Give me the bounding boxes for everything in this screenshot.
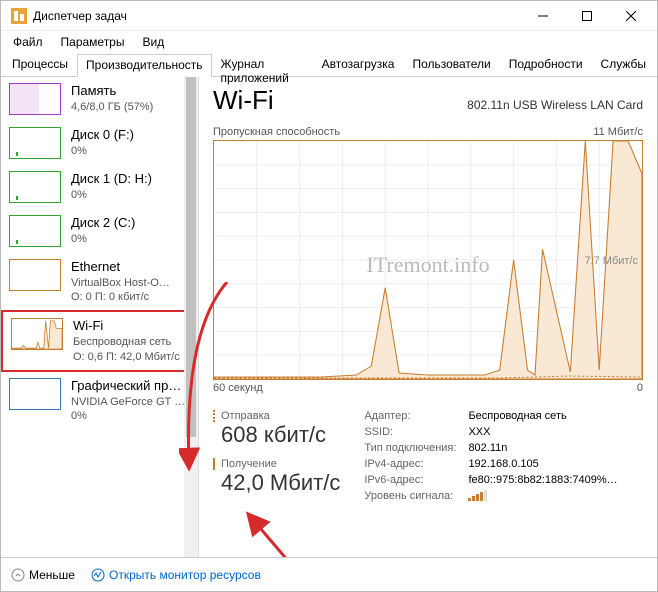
- signal-bars-icon: [468, 490, 617, 504]
- sidebar-item-gpu[interactable]: Графический пр… NVIDIA GeForce GT 4… 0%: [1, 372, 198, 429]
- sidebar-sub: 0%: [71, 188, 152, 202]
- prop-value: fe80::975:8b82:1883:7409%…: [468, 474, 617, 486]
- adapter-name: 802.11n USB Wireless LAN Card: [467, 98, 643, 112]
- chart-max: 11 Мбит/с: [593, 126, 643, 138]
- sidebar-label: Графический пр…: [71, 378, 190, 395]
- menu-view[interactable]: Вид: [134, 33, 172, 51]
- chart-label: Пропускная способность: [213, 126, 340, 138]
- chart-xmin: 60 секунд: [213, 382, 263, 394]
- chart-xmax: 0: [637, 382, 643, 394]
- tab-users[interactable]: Пользователи: [403, 53, 499, 76]
- bottombar: Меньше Открыть монитор ресурсов: [1, 557, 657, 591]
- tab-app-history[interactable]: Журнал приложений: [212, 53, 313, 76]
- sidebar-sub: Беспроводная сеть: [73, 335, 180, 349]
- prop-label: SSID:: [364, 426, 456, 438]
- window-title: Диспетчер задач: [33, 9, 521, 23]
- sidebar-sub: 4,6/8,0 ГБ (57%): [71, 100, 153, 114]
- sidebar-item-memory[interactable]: Память 4,6/8,0 ГБ (57%): [1, 77, 198, 121]
- close-button[interactable]: [609, 2, 653, 30]
- prop-label: IPv6-адрес:: [364, 474, 456, 486]
- arrow-icon: [239, 507, 299, 557]
- disk-thumb-icon: [9, 215, 61, 247]
- memory-thumb-icon: [9, 83, 61, 115]
- open-resource-monitor-link[interactable]: Открыть монитор ресурсов: [91, 568, 261, 582]
- sidebar: Память 4,6/8,0 ГБ (57%) Диск 0 (F:) 0% Д…: [1, 77, 199, 557]
- maximize-button[interactable]: [565, 2, 609, 30]
- tab-details[interactable]: Подробности: [500, 53, 592, 76]
- sidebar-sub: VirtualBox Host-O…: [71, 276, 170, 290]
- chart-midlabel: 7,7 Мбит/с: [584, 255, 638, 267]
- sidebar-sub: 0%: [71, 144, 134, 158]
- sidebar-label: Ethernet: [71, 259, 170, 276]
- sidebar-label: Диск 1 (D: H:): [71, 171, 152, 188]
- send-label: Отправка: [213, 410, 340, 422]
- sidebar-sub: 0%: [71, 232, 135, 246]
- ethernet-thumb-icon: [9, 259, 61, 291]
- sidebar-sub2: О: 0,6 П: 42,0 Мбит/с: [73, 350, 180, 364]
- wifi-thumb-icon: [11, 318, 63, 350]
- prop-value: Беспроводная сеть: [468, 410, 617, 422]
- menubar: Файл Параметры Вид: [1, 31, 657, 53]
- sidebar-item-wifi[interactable]: Wi-Fi Беспроводная сеть О: 0,6 П: 42,0 М…: [1, 310, 198, 371]
- fewer-label: Меньше: [29, 568, 75, 582]
- sidebar-sub2: 0%: [71, 409, 190, 423]
- titlebar: Диспетчер задач: [1, 1, 657, 31]
- disk-thumb-icon: [9, 171, 61, 203]
- main-panel: Wi-Fi 802.11n USB Wireless LAN Card Проп…: [199, 77, 657, 557]
- disk-thumb-icon: [9, 127, 61, 159]
- tabbar: Процессы Производительность Журнал прило…: [1, 53, 657, 77]
- recv-value: 42,0 Мбит/с: [213, 470, 340, 496]
- properties: Адаптер: Беспроводная сеть SSID: XXX Тип…: [364, 410, 617, 504]
- task-manager-window: Диспетчер задач Файл Параметры Вид Проце…: [0, 0, 658, 592]
- prop-label: Уровень сигнала:: [364, 490, 456, 504]
- metrics: Отправка 608 кбит/с Получение 42,0 Мбит/…: [213, 410, 340, 504]
- sidebar-label: Wi-Fi: [73, 318, 180, 335]
- sidebar-label: Диск 0 (F:): [71, 127, 134, 144]
- prop-label: Тип подключения:: [364, 442, 456, 454]
- sidebar-scrollbar[interactable]: [184, 77, 198, 557]
- sidebar-item-disk2[interactable]: Диск 2 (C:) 0%: [1, 209, 198, 253]
- sidebar-label: Память: [71, 83, 153, 100]
- menu-file[interactable]: Файл: [5, 33, 51, 51]
- recv-label: Получение: [213, 458, 340, 470]
- content: Память 4,6/8,0 ГБ (57%) Диск 0 (F:) 0% Д…: [1, 77, 657, 557]
- tab-services[interactable]: Службы: [592, 53, 655, 76]
- sidebar-sub: NVIDIA GeForce GT 4…: [71, 395, 190, 409]
- tab-performance[interactable]: Производительность: [77, 54, 211, 77]
- throughput-chart[interactable]: ITremont.info 7,7 Мбит/с: [213, 140, 643, 380]
- fewer-details-button[interactable]: Меньше: [11, 568, 75, 582]
- page-title: Wi-Fi: [213, 85, 274, 116]
- monitor-label: Открыть монитор ресурсов: [109, 568, 261, 582]
- sidebar-label: Диск 2 (C:): [71, 215, 135, 232]
- prop-value: 802.11n: [468, 442, 617, 454]
- minimize-button[interactable]: [521, 2, 565, 30]
- send-value: 608 кбит/с: [213, 422, 340, 448]
- prop-value: 192.168.0.105: [468, 458, 617, 470]
- tab-startup[interactable]: Автозагрузка: [313, 53, 404, 76]
- tab-processes[interactable]: Процессы: [3, 53, 77, 76]
- sidebar-item-ethernet[interactable]: Ethernet VirtualBox Host-O… О: 0 П: 0 кб…: [1, 253, 198, 310]
- sidebar-item-disk0[interactable]: Диск 0 (F:) 0%: [1, 121, 198, 165]
- prop-value: XXX: [468, 426, 617, 438]
- menu-options[interactable]: Параметры: [53, 33, 133, 51]
- prop-label: IPv4-адрес:: [364, 458, 456, 470]
- sidebar-item-disk1[interactable]: Диск 1 (D: H:) 0%: [1, 165, 198, 209]
- prop-label: Адаптер:: [364, 410, 456, 422]
- gpu-thumb-icon: [9, 378, 61, 410]
- app-icon: [11, 8, 27, 24]
- sidebar-sub2: О: 0 П: 0 кбит/с: [71, 290, 170, 304]
